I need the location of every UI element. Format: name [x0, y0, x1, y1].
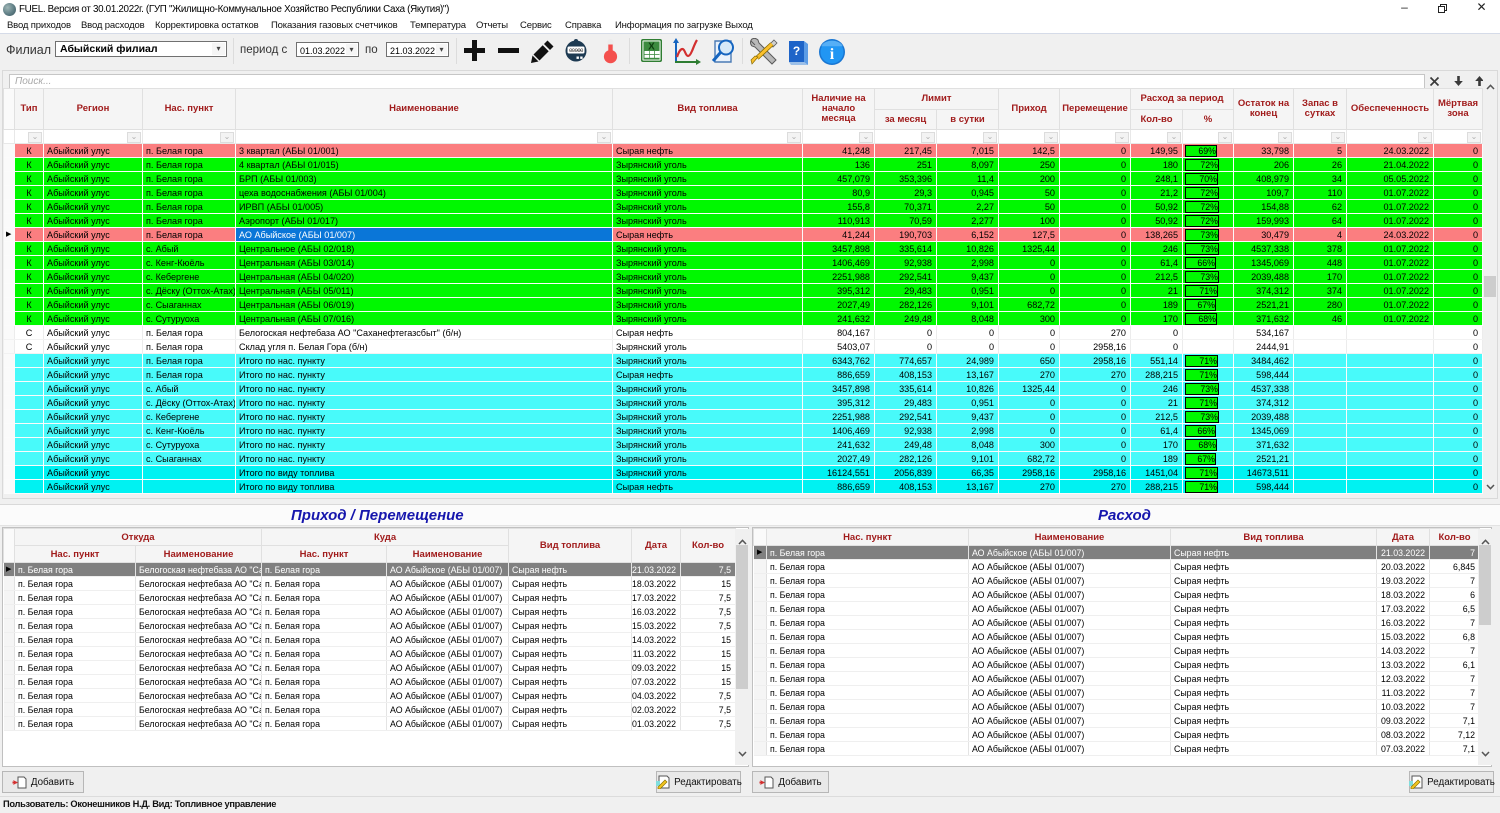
svg-text:00000: 00000: [569, 47, 583, 54]
svg-text:X: X: [648, 42, 655, 53]
svg-text:?: ?: [793, 44, 800, 58]
svg-text:i: i: [830, 46, 835, 63]
